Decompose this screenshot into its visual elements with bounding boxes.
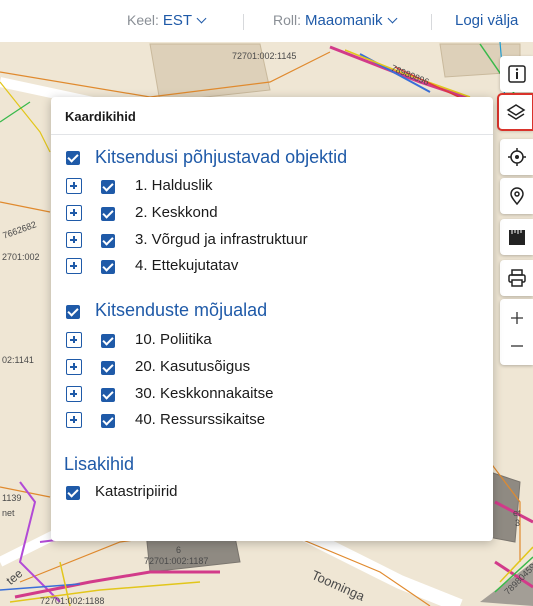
layer-label: 40. Ressurssikaitse [135, 411, 266, 428]
map-layers-panel: Kaardikihid Kitsendusi põhjustavad objek… [51, 97, 493, 541]
map-label: 72701:002:1188 [40, 596, 105, 606]
role-label: Roll: [273, 12, 302, 28]
ruler-button[interactable] [500, 219, 533, 255]
group-checkbox[interactable] [66, 305, 80, 319]
layer-label: Katastripiirid [95, 483, 178, 500]
layer-label: 10. Poliitika [135, 331, 212, 348]
layer-checkbox[interactable] [101, 334, 115, 348]
layer-checkbox[interactable] [101, 180, 115, 194]
layer-checkbox[interactable] [101, 388, 115, 402]
map-label: 2701:002 [2, 252, 40, 262]
language-selector[interactable]: Keel: EST [127, 12, 207, 29]
layer-label: 20. Kasutusõigus [135, 358, 251, 375]
zoom-in-icon[interactable] [509, 310, 525, 326]
layer-checkbox[interactable] [101, 260, 115, 274]
map-label: et [513, 508, 521, 518]
expand-icon[interactable] [66, 412, 82, 428]
divider [243, 14, 244, 30]
location-pin-icon [509, 187, 524, 206]
print-button[interactable] [500, 260, 533, 296]
layers-icon [506, 104, 525, 120]
map-label: 72701:002:1145 [232, 51, 297, 61]
group-title: Kitsenduste mõjualad [95, 300, 268, 320]
map-label: 02:1141 [2, 355, 34, 365]
layer-checkbox[interactable] [101, 234, 115, 248]
layer-checkbox[interactable] [101, 207, 115, 221]
group-checkbox[interactable] [66, 151, 80, 165]
layer-checkbox[interactable] [101, 361, 115, 375]
expand-icon[interactable] [66, 359, 82, 375]
group-title: Kitsendusi põhjustavad objektid [95, 147, 348, 167]
expand-icon[interactable] [66, 205, 82, 221]
ruler-icon [508, 230, 525, 245]
zoom-controls [500, 299, 533, 365]
layer-label: 1. Halduslik [135, 177, 213, 194]
layer-checkbox[interactable] [66, 486, 80, 500]
logout-link[interactable]: Logi välja [455, 12, 518, 29]
layers-button[interactable] [497, 93, 533, 131]
layer-checkbox[interactable] [101, 414, 115, 428]
printer-icon [507, 269, 526, 287]
map-label: 72701:002:1187 [144, 556, 209, 566]
chevron-down-icon [196, 13, 207, 24]
top-bar: Keel: EST Roll: Maaomanik Logi välja [0, 0, 533, 42]
expand-icon[interactable] [66, 258, 82, 274]
expand-icon[interactable] [66, 178, 82, 194]
map-label: 3 [515, 518, 521, 528]
expand-icon[interactable] [66, 232, 82, 248]
role-value: Maaomanik [305, 12, 383, 29]
map-label: 1139 [2, 493, 22, 503]
zoom-out-icon[interactable] [509, 338, 525, 354]
locate-button[interactable] [500, 139, 533, 175]
layer-label: 4. Ettekujutatav [135, 257, 239, 274]
divider [431, 14, 432, 30]
layer-label: 2. Keskkond [135, 204, 218, 221]
expand-icon[interactable] [66, 332, 82, 348]
chevron-down-icon [387, 13, 398, 24]
location-pin-button[interactable] [500, 178, 533, 214]
divider [51, 134, 493, 135]
panel-title: Kaardikihid [65, 109, 136, 124]
language-value: EST [162, 12, 193, 29]
map-label: 6 [176, 545, 182, 555]
group-title: Lisakihid [64, 454, 135, 474]
info-button[interactable] [500, 56, 533, 92]
role-selector[interactable]: Roll: Maaomanik [273, 12, 398, 29]
map-label: net [2, 508, 15, 518]
expand-icon[interactable] [66, 386, 82, 402]
locate-icon [507, 148, 526, 166]
language-label: Keel: [127, 12, 159, 28]
layer-label: 3. Võrgud ja infrastruktuur [135, 231, 308, 248]
layer-label: 30. Keskkonnakaitse [135, 385, 274, 402]
info-icon [507, 65, 526, 83]
